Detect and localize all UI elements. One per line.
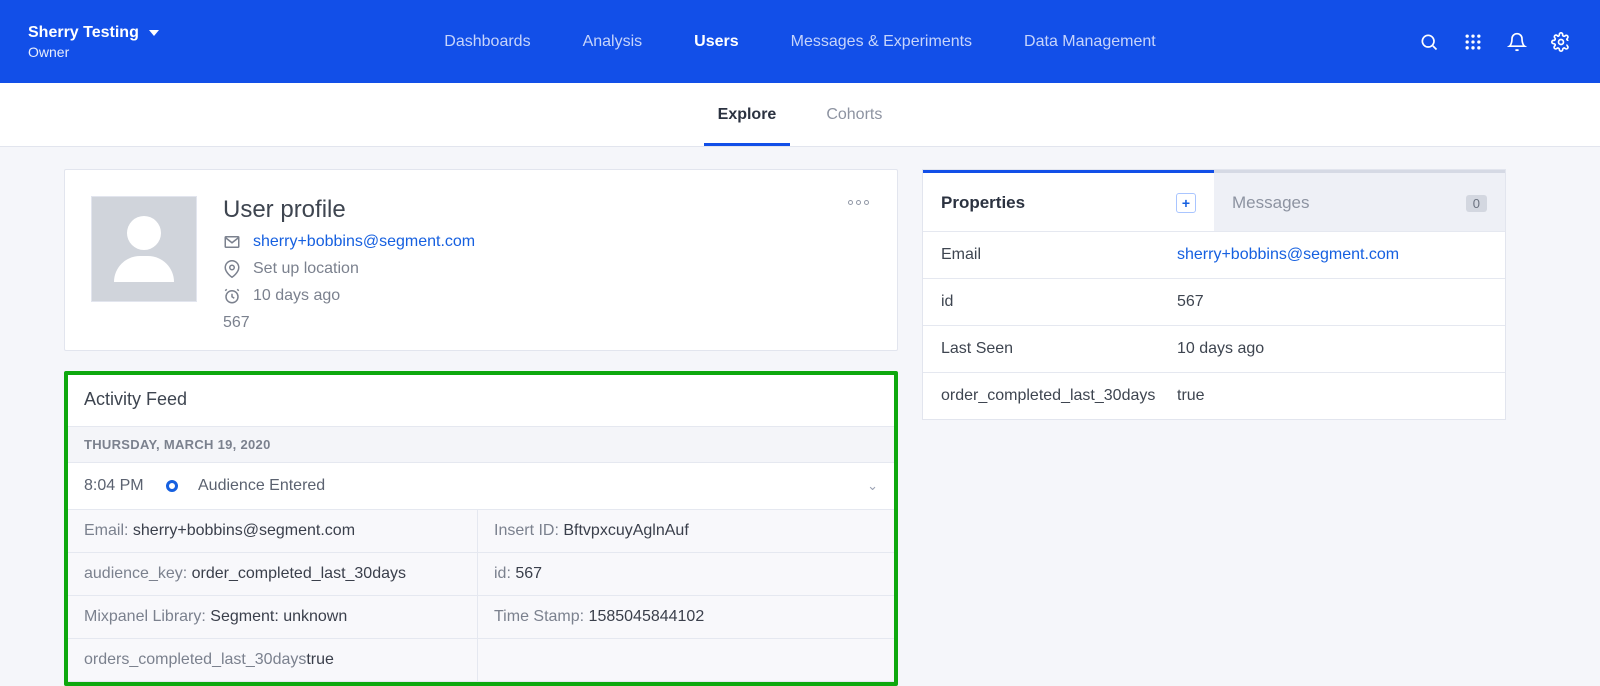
apps-icon[interactable] xyxy=(1462,31,1484,53)
event-details-table: Email: sherry+bobbins@segment.com Insert… xyxy=(68,510,894,682)
detail-cell xyxy=(478,639,894,682)
tab-label: Messages xyxy=(1232,193,1309,213)
topbar-actions xyxy=(1418,31,1572,53)
nav-users[interactable]: Users xyxy=(694,33,738,51)
detail-cell: Insert ID: BftvpxcuyAglnAuf xyxy=(478,510,894,553)
profile-email[interactable]: sherry+bobbins@segment.com xyxy=(253,233,475,251)
detail-cell: orders_completed_last_30daystrue xyxy=(68,639,478,682)
main-nav: Dashboards Analysis Users Messages & Exp… xyxy=(444,33,1155,51)
more-menu[interactable] xyxy=(848,200,869,205)
top-bar: Sherry Testing Owner Dashboards Analysis… xyxy=(0,0,1600,83)
gear-icon[interactable] xyxy=(1550,31,1572,53)
activity-title: Activity Feed xyxy=(68,375,894,426)
nav-dashboards[interactable]: Dashboards xyxy=(444,33,530,51)
side-panel: Properties + Messages 0 Email sherry+bob… xyxy=(922,169,1506,420)
tab-properties[interactable]: Properties + xyxy=(923,170,1214,231)
nav-messages[interactable]: Messages & Experiments xyxy=(791,33,972,51)
tab-cohorts[interactable]: Cohorts xyxy=(826,83,882,146)
plus-icon[interactable]: + xyxy=(1176,193,1196,213)
tab-messages[interactable]: Messages 0 xyxy=(1214,170,1505,231)
location-icon xyxy=(223,260,241,278)
sub-nav: Explore Cohorts xyxy=(0,83,1600,147)
profile-location[interactable]: Set up location xyxy=(253,260,359,278)
detail-cell: Time Stamp: 1585045844102 xyxy=(478,596,894,639)
user-role: Owner xyxy=(28,44,159,60)
nav-data-management[interactable]: Data Management xyxy=(1024,33,1156,51)
property-row[interactable]: id 567 xyxy=(923,278,1505,325)
activity-event-row[interactable]: 8:04 PM Audience Entered ⌄ xyxy=(68,463,894,510)
messages-count: 0 xyxy=(1466,195,1487,212)
project-selector[interactable]: Sherry Testing Owner xyxy=(28,24,159,60)
event-dot-icon xyxy=(166,480,178,492)
property-row[interactable]: Last Seen 10 days ago xyxy=(923,325,1505,372)
detail-cell: id: 567 xyxy=(478,553,894,596)
detail-cell: Email: sherry+bobbins@segment.com xyxy=(68,510,478,553)
nav-analysis[interactable]: Analysis xyxy=(583,33,643,51)
mail-icon xyxy=(223,233,241,251)
tab-label: Properties xyxy=(941,193,1025,213)
caret-down-icon xyxy=(149,30,159,36)
project-name: Sherry Testing xyxy=(28,24,139,42)
profile-title: User profile xyxy=(223,196,475,224)
search-icon[interactable] xyxy=(1418,31,1440,53)
chevron-down-icon: ⌄ xyxy=(867,478,878,494)
bell-icon[interactable] xyxy=(1506,31,1528,53)
profile-last-seen: 10 days ago xyxy=(253,287,340,305)
detail-cell: audience_key: order_completed_last_30day… xyxy=(68,553,478,596)
user-profile-card: User profile sherry+bobbins@segment.com … xyxy=(64,169,898,351)
detail-cell: Mixpanel Library: Segment: unknown xyxy=(68,596,478,639)
activity-date-header: THURSDAY, MARCH 19, 2020 xyxy=(68,426,894,463)
property-row[interactable]: Email sherry+bobbins@segment.com xyxy=(923,231,1505,278)
event-name: Audience Entered xyxy=(198,477,847,495)
tab-explore[interactable]: Explore xyxy=(718,83,777,146)
avatar xyxy=(91,196,197,302)
clock-icon xyxy=(223,287,241,305)
event-time: 8:04 PM xyxy=(84,477,146,495)
profile-id: 567 xyxy=(223,314,250,332)
property-row[interactable]: order_completed_last_30days true xyxy=(923,372,1505,419)
activity-feed-card: Activity Feed THURSDAY, MARCH 19, 2020 8… xyxy=(64,371,898,686)
